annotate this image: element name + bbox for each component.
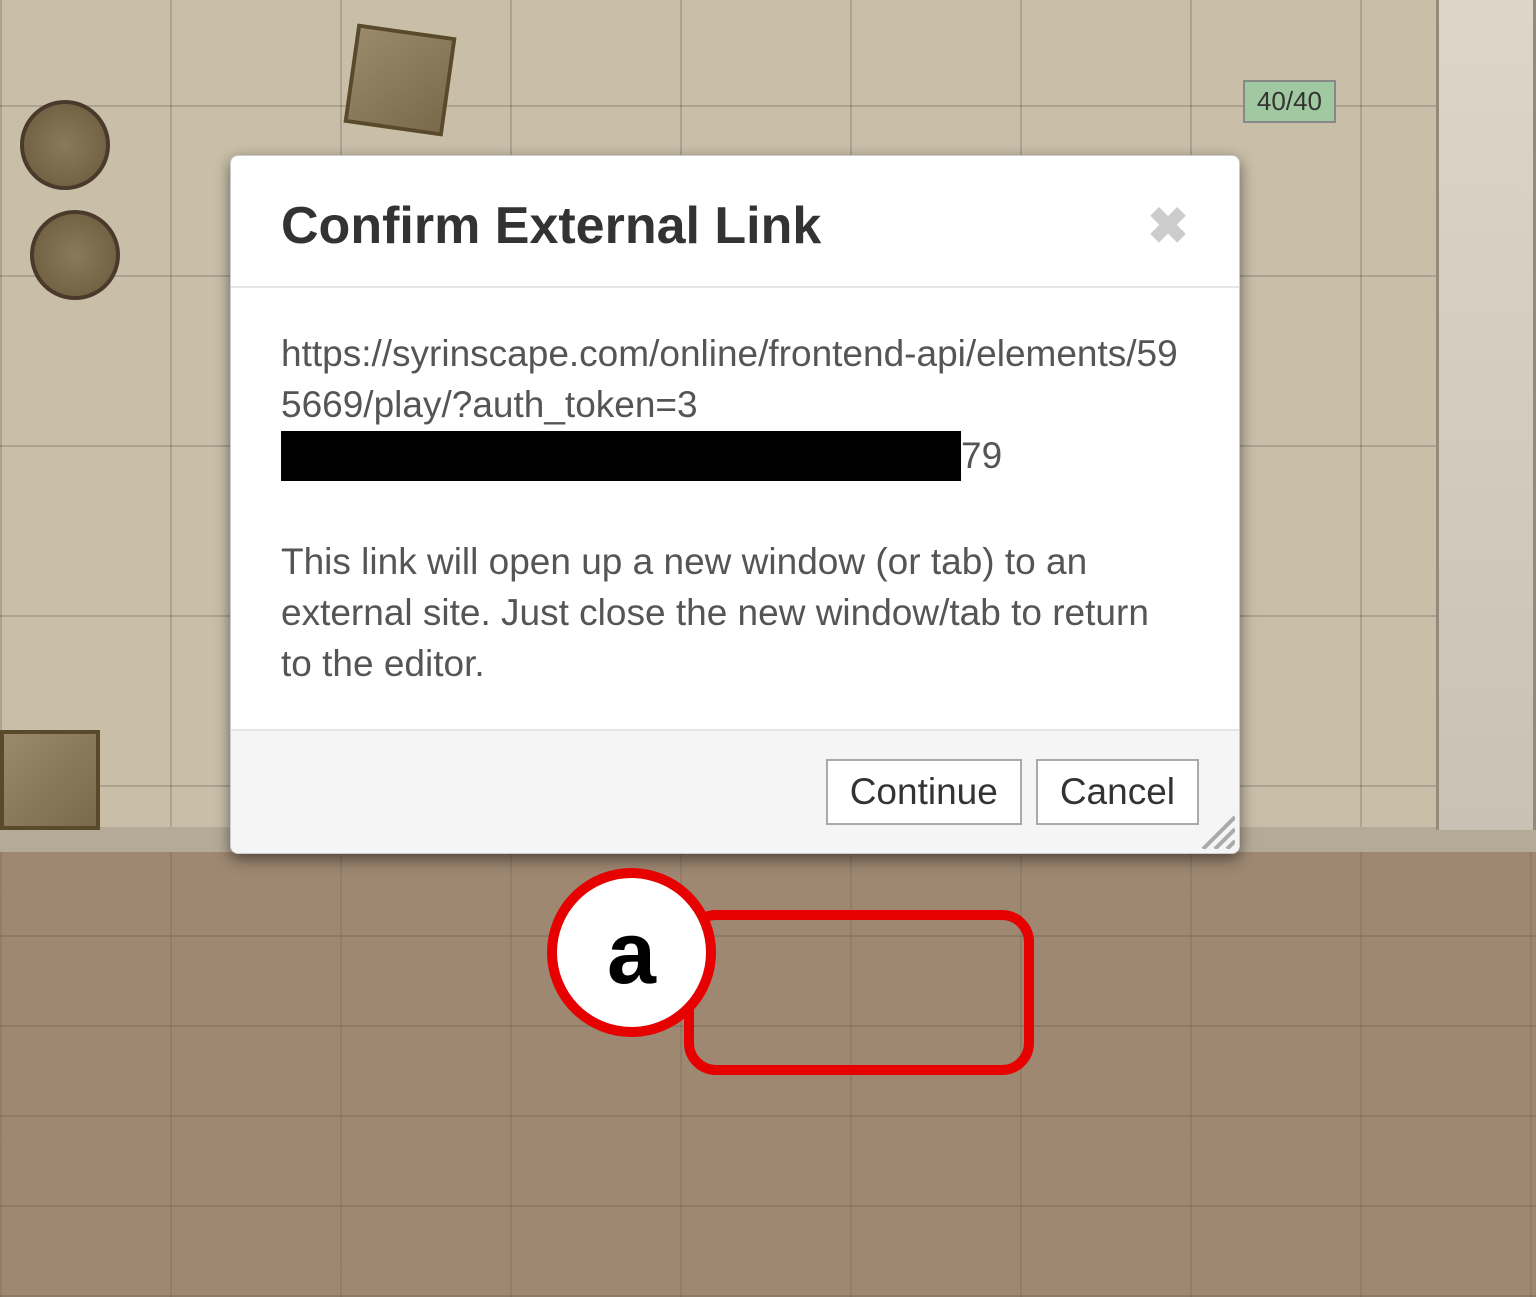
modal-description: This link will open up a new window (or … — [281, 536, 1189, 689]
modal-header: Confirm External Link ✖ — [231, 156, 1239, 288]
confirm-external-link-modal: Confirm External Link ✖ https://syrinsca… — [230, 155, 1240, 854]
modal-title: Confirm External Link — [281, 196, 821, 256]
resize-grip-icon[interactable] — [1195, 809, 1235, 849]
continue-button[interactable]: Continue — [826, 759, 1022, 825]
token-hp-badge: 40/40 — [1243, 80, 1336, 123]
close-icon[interactable]: ✖ — [1147, 201, 1189, 251]
redacted-token — [281, 431, 961, 481]
map-barrel — [20, 100, 110, 190]
annotation-highlight-box — [684, 910, 1034, 1075]
map-wall — [1436, 0, 1536, 830]
annotation-marker: a — [547, 868, 716, 1037]
map-crate — [344, 24, 457, 137]
url-prefix: https://syrinscape.com/online/frontend-a… — [281, 333, 1178, 425]
map-crate — [0, 730, 100, 830]
annotation-letter: a — [607, 902, 656, 1004]
external-url-text: https://syrinscape.com/online/frontend-a… — [281, 328, 1189, 481]
cancel-button[interactable]: Cancel — [1036, 759, 1199, 825]
modal-body: https://syrinscape.com/online/frontend-a… — [231, 288, 1239, 729]
modal-footer: Continue Cancel — [231, 729, 1239, 853]
url-suffix: 79 — [961, 435, 1002, 476]
map-barrel — [30, 210, 120, 300]
